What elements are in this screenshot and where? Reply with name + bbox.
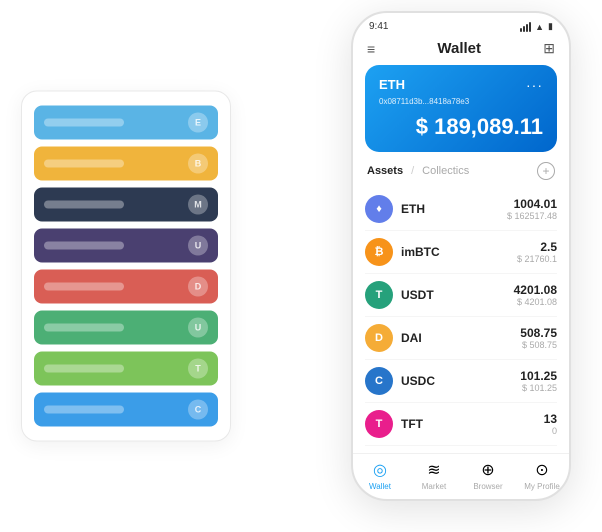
asset-amounts: 4201.08$ 4201.08 bbox=[514, 283, 557, 307]
asset-symbol: TFT bbox=[401, 417, 544, 431]
card-row[interactable]: D bbox=[34, 270, 218, 304]
eth-card[interactable]: ETH ··· 0x08711d3b...8418a78e3 $ 189,089… bbox=[365, 65, 557, 152]
asset-amount-main: 101.25 bbox=[520, 369, 557, 383]
asset-symbol: USDC bbox=[401, 374, 520, 388]
nav-label-wallet: Wallet bbox=[369, 482, 391, 491]
asset-amount-main: 1004.01 bbox=[507, 197, 557, 211]
eth-card-balance: $ 189,089.11 bbox=[379, 114, 543, 140]
card-text-placeholder bbox=[44, 201, 124, 209]
asset-icon: ₿ bbox=[365, 238, 393, 266]
asset-icon: D bbox=[365, 324, 393, 352]
card-text-placeholder bbox=[44, 365, 124, 373]
card-row[interactable]: T bbox=[34, 352, 218, 386]
card-text-placeholder bbox=[44, 242, 124, 250]
nav-icon-market: ≋ bbox=[427, 460, 440, 480]
nav-item-wallet[interactable]: ◎ Wallet bbox=[353, 460, 407, 491]
phone-header: ≡ Wallet ⊞ bbox=[353, 36, 569, 65]
nav-icon-wallet: ◎ bbox=[373, 460, 387, 480]
nav-item-market[interactable]: ≋ Market bbox=[407, 460, 461, 491]
eth-card-header: ETH ··· bbox=[379, 77, 543, 93]
asset-icon: T bbox=[365, 410, 393, 438]
status-icons: ▲ ▮ bbox=[520, 21, 553, 32]
card-row[interactable]: M bbox=[34, 188, 218, 222]
add-asset-button[interactable]: + bbox=[537, 162, 555, 180]
scene: EBMUDUTC 9:41 ▲ ▮ ≡ Wallet ⊞ bbox=[21, 11, 581, 521]
eth-card-address: 0x08711d3b...8418a78e3 bbox=[379, 97, 543, 106]
asset-symbol: DAI bbox=[401, 331, 520, 345]
card-dot: B bbox=[188, 154, 208, 174]
asset-amounts: 130 bbox=[544, 412, 557, 436]
asset-amounts: 2.5$ 21760.1 bbox=[517, 240, 557, 264]
card-dot: U bbox=[188, 318, 208, 338]
card-row[interactable]: U bbox=[34, 311, 218, 345]
card-row[interactable]: C bbox=[34, 393, 218, 427]
menu-icon[interactable]: ≡ bbox=[367, 41, 375, 57]
card-text-placeholder bbox=[44, 283, 124, 291]
card-dot: U bbox=[188, 236, 208, 256]
signal-icon bbox=[520, 22, 531, 32]
card-dot: T bbox=[188, 359, 208, 379]
asset-amounts: 508.75$ 508.75 bbox=[520, 326, 557, 350]
asset-amount-usd: $ 508.75 bbox=[520, 340, 557, 350]
asset-item[interactable]: ♦ ETH1004.01$ 162517.48 bbox=[365, 188, 557, 231]
asset-amounts: 1004.01$ 162517.48 bbox=[507, 197, 557, 221]
tab-collectics[interactable]: Collectics bbox=[422, 165, 469, 177]
tab-divider: / bbox=[411, 165, 414, 177]
nav-icon-browser: ⊕ bbox=[481, 460, 494, 480]
page-title: Wallet bbox=[437, 40, 481, 57]
status-time: 9:41 bbox=[369, 21, 388, 32]
asset-amount-main: 4201.08 bbox=[514, 283, 557, 297]
card-text-placeholder bbox=[44, 406, 124, 414]
asset-list: ♦ ETH1004.01$ 162517.48 ₿ imBTC2.5$ 21760.1… bbox=[353, 188, 569, 453]
asset-amounts: 101.25$ 101.25 bbox=[520, 369, 557, 393]
asset-item[interactable]: D DAI508.75$ 508.75 bbox=[365, 317, 557, 360]
asset-amount-main: 508.75 bbox=[520, 326, 557, 340]
asset-amount-usd: $ 21760.1 bbox=[517, 254, 557, 264]
asset-item[interactable]: C USDC101.25$ 101.25 bbox=[365, 360, 557, 403]
asset-amount-usd: $ 162517.48 bbox=[507, 211, 557, 221]
eth-card-menu[interactable]: ··· bbox=[526, 77, 543, 93]
asset-amount-main: 13 bbox=[544, 412, 557, 426]
asset-amount-usd: 0 bbox=[544, 426, 557, 436]
wifi-icon: ▲ bbox=[535, 22, 544, 32]
card-stack: E B M U D U T C bbox=[21, 91, 231, 442]
card-dot: C bbox=[188, 400, 208, 420]
nav-label-browser: Browser bbox=[473, 482, 502, 491]
nav-label-market: Market bbox=[422, 482, 446, 491]
asset-amount-main: 2.5 bbox=[517, 240, 557, 254]
assets-tabs: Assets / Collectics bbox=[367, 165, 469, 177]
eth-card-name: ETH bbox=[379, 77, 405, 92]
card-dot: D bbox=[188, 277, 208, 297]
bottom-nav: ◎ Wallet ≋ Market ⊕ Browser ⊙ My Profile bbox=[353, 453, 569, 499]
scan-icon[interactable]: ⊞ bbox=[543, 40, 555, 57]
asset-item[interactable]: T USDT4201.08$ 4201.08 bbox=[365, 274, 557, 317]
card-text-placeholder bbox=[44, 160, 124, 168]
asset-icon: T bbox=[365, 281, 393, 309]
card-row[interactable]: E bbox=[34, 106, 218, 140]
card-dot: E bbox=[188, 113, 208, 133]
asset-item[interactable]: ₿ imBTC2.5$ 21760.1 bbox=[365, 231, 557, 274]
tab-assets[interactable]: Assets bbox=[367, 165, 403, 177]
asset-symbol: USDT bbox=[401, 288, 514, 302]
asset-icon: C bbox=[365, 367, 393, 395]
asset-symbol: ETH bbox=[401, 202, 507, 216]
assets-header: Assets / Collectics + bbox=[353, 162, 569, 188]
asset-amount-usd: $ 4201.08 bbox=[514, 297, 557, 307]
nav-icon-my-profile: ⊙ bbox=[535, 460, 548, 480]
nav-item-browser[interactable]: ⊕ Browser bbox=[461, 460, 515, 491]
nav-label-my-profile: My Profile bbox=[524, 482, 560, 491]
battery-icon: ▮ bbox=[548, 21, 553, 32]
asset-icon: ♦ bbox=[365, 195, 393, 223]
card-text-placeholder bbox=[44, 324, 124, 332]
nav-item-my-profile[interactable]: ⊙ My Profile bbox=[515, 460, 569, 491]
phone: 9:41 ▲ ▮ ≡ Wallet ⊞ ETH ··· bbox=[351, 11, 571, 501]
card-text-placeholder bbox=[44, 119, 124, 127]
card-row[interactable]: U bbox=[34, 229, 218, 263]
asset-item[interactable]: T TFT130 bbox=[365, 403, 557, 446]
status-bar: 9:41 ▲ ▮ bbox=[353, 13, 569, 36]
card-row[interactable]: B bbox=[34, 147, 218, 181]
card-dot: M bbox=[188, 195, 208, 215]
asset-symbol: imBTC bbox=[401, 245, 517, 259]
asset-amount-usd: $ 101.25 bbox=[520, 383, 557, 393]
